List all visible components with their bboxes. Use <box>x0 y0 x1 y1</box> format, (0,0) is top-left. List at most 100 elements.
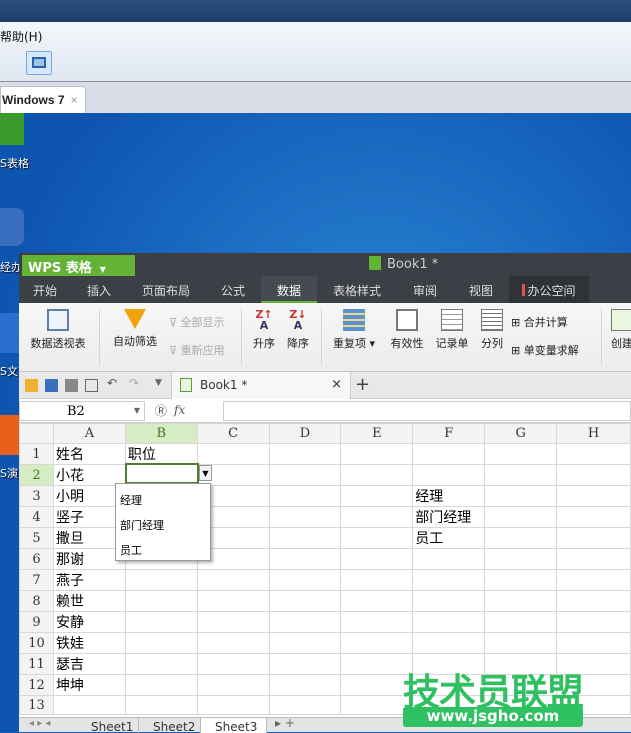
cell[interactable] <box>268 653 342 675</box>
row-header[interactable]: 3 <box>19 485 54 507</box>
row-header[interactable]: 5 <box>19 527 54 549</box>
cell[interactable] <box>412 569 486 591</box>
sort-ascending-button[interactable]: Z↑ A 升序 <box>249 303 279 351</box>
cell[interactable] <box>196 569 270 591</box>
cell[interactable] <box>340 695 414 715</box>
cell[interactable] <box>484 485 558 507</box>
row-header[interactable]: 1 <box>19 443 54 465</box>
cell[interactable]: 燕子 <box>52 569 126 591</box>
cell[interactable] <box>556 527 631 549</box>
sheet-tab-3[interactable]: Sheet3 <box>201 718 267 733</box>
cell[interactable] <box>556 464 631 486</box>
cell[interactable] <box>268 548 342 570</box>
cell[interactable] <box>340 632 414 654</box>
redo-icon[interactable]: ↷ <box>129 376 142 390</box>
active-cell-b2[interactable] <box>125 463 199 484</box>
cell[interactable] <box>484 506 558 528</box>
cell[interactable] <box>484 590 558 612</box>
row-header[interactable]: 13 <box>19 695 54 715</box>
cell[interactable] <box>484 548 558 570</box>
cell[interactable] <box>484 569 558 591</box>
ribbon-tab[interactable]: 表格样式 <box>317 276 397 303</box>
cell[interactable] <box>340 674 414 696</box>
validation-dropdown-button[interactable]: ▼ <box>199 465 212 481</box>
cell[interactable] <box>124 674 198 696</box>
menu-help[interactable]: 帮助(H) <box>0 28 42 45</box>
cell[interactable] <box>196 590 270 612</box>
cell[interactable] <box>484 464 558 486</box>
app-icon[interactable] <box>0 208 24 246</box>
cell[interactable] <box>196 653 270 675</box>
ribbon-tab[interactable]: 插入 <box>71 276 127 303</box>
cell[interactable] <box>268 464 342 486</box>
row-header[interactable]: 10 <box>19 632 54 654</box>
cell[interactable] <box>124 569 198 591</box>
cell[interactable] <box>268 485 342 507</box>
row-header[interactable]: 4 <box>19 506 54 528</box>
cell[interactable] <box>268 527 342 549</box>
ribbon-tab[interactable]: 视图 <box>453 276 509 303</box>
cell[interactable] <box>340 443 414 465</box>
cell[interactable] <box>340 653 414 675</box>
select-all-corner[interactable] <box>19 423 54 444</box>
column-header[interactable]: F <box>412 423 486 444</box>
cell[interactable] <box>196 632 270 654</box>
cell[interactable] <box>124 695 198 715</box>
cell[interactable] <box>340 464 414 486</box>
dropdown-option[interactable]: 部门经理 <box>116 515 210 540</box>
cell[interactable]: 赖世 <box>52 590 126 612</box>
reapply-button[interactable]: ⊽ 重新应用 <box>169 342 225 358</box>
cell[interactable] <box>340 485 414 507</box>
cell[interactable] <box>412 611 486 633</box>
pivot-table-button[interactable]: 数据透视表 <box>25 303 91 351</box>
ribbon-tab[interactable]: 页面布局 <box>127 276 205 303</box>
sheet-tab-2[interactable]: Sheet2 <box>139 718 201 733</box>
column-header[interactable]: B <box>124 423 198 444</box>
row-header[interactable]: 9 <box>19 611 54 633</box>
cell[interactable] <box>340 527 414 549</box>
row-header[interactable]: 7 <box>19 569 54 591</box>
row-header[interactable]: 11 <box>19 653 54 675</box>
cell[interactable]: 安静 <box>52 611 126 633</box>
cell[interactable] <box>484 611 558 633</box>
cell[interactable]: 员工 <box>412 527 486 549</box>
add-sheet-button[interactable]: ▸ + <box>275 716 295 730</box>
cell[interactable] <box>340 714 414 715</box>
ribbon-tab[interactable]: 办公空间 <box>509 276 589 303</box>
cell[interactable]: 坤坤 <box>52 674 126 696</box>
record-form-button[interactable]: 记录单 <box>431 303 473 351</box>
cell[interactable] <box>484 443 558 465</box>
ribbon-tab[interactable]: 公式 <box>205 276 261 303</box>
column-header[interactable]: D <box>268 423 342 444</box>
create-group-button[interactable]: 创建 <box>607 303 631 351</box>
cell[interactable] <box>556 485 631 507</box>
cell[interactable] <box>268 611 342 633</box>
cell[interactable] <box>268 569 342 591</box>
cell[interactable] <box>196 443 270 465</box>
cell[interactable] <box>124 714 198 715</box>
book-tab[interactable]: Book1 * × <box>171 372 351 399</box>
row-header[interactable]: 12 <box>19 674 54 696</box>
split-column-button[interactable]: 分列 <box>477 303 507 351</box>
cell[interactable] <box>124 611 198 633</box>
dropdown-option[interactable]: 员工 <box>116 540 210 565</box>
row-header[interactable]: 2 <box>19 464 54 486</box>
cell[interactable] <box>52 695 126 715</box>
cell[interactable] <box>556 590 631 612</box>
cell[interactable] <box>268 714 342 715</box>
cell[interactable] <box>556 443 631 465</box>
sheet-tab-1[interactable]: Sheet1 <box>77 718 139 733</box>
cell[interactable] <box>196 674 270 696</box>
cell[interactable] <box>556 506 631 528</box>
column-header[interactable]: C <box>196 423 270 444</box>
column-header[interactable]: H <box>556 423 631 444</box>
vm-tab[interactable]: Windows 7 × <box>0 86 86 113</box>
ribbon-tab[interactable]: 开始 <box>19 276 71 303</box>
duplicates-button[interactable]: 重复项 ▾ <box>329 303 379 351</box>
insert-function-button[interactable]: fx <box>174 403 185 417</box>
cell[interactable] <box>412 632 486 654</box>
cell[interactable] <box>556 632 631 654</box>
cell[interactable] <box>484 527 558 549</box>
cell[interactable] <box>268 674 342 696</box>
name-box[interactable]: B2 ▼ <box>19 401 145 421</box>
